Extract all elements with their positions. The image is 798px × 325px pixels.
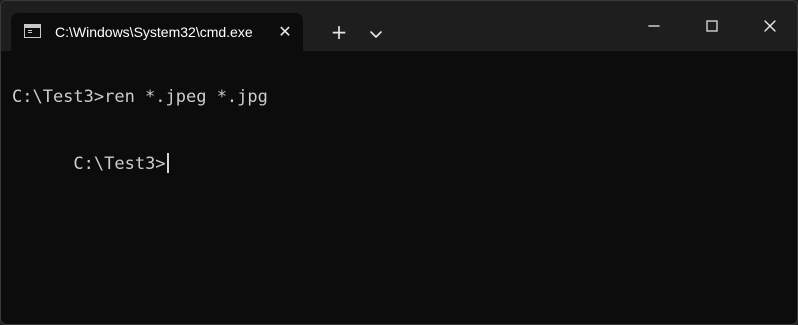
tab-cmd[interactable]: C:\Windows\System32\cmd.exe ✕ (11, 13, 303, 51)
tab-title: C:\Windows\System32\cmd.exe (55, 24, 253, 40)
chevron-down-icon (370, 31, 382, 38)
minimize-button[interactable] (631, 11, 677, 41)
command-prompt-icon (24, 24, 41, 38)
console-line-command: C:\Test3>ren *.jpeg *.jpg (12, 87, 268, 107)
minimize-icon (648, 25, 660, 27)
terminal-window: C:\Windows\System32\cmd.exe ✕ + C:\Test3… (0, 0, 798, 325)
close-tab-icon[interactable]: ✕ (275, 22, 295, 42)
title-bar: C:\Windows\System32\cmd.exe ✕ + (1, 1, 797, 51)
maximize-button[interactable] (689, 11, 735, 41)
close-icon (764, 20, 776, 32)
close-window-button[interactable] (747, 11, 793, 41)
maximize-icon (706, 20, 718, 32)
prompt-text: C:\Test3> (73, 154, 166, 174)
plus-icon: + (330, 20, 348, 44)
new-tab-button[interactable]: + (327, 20, 351, 44)
tab-dropdown-button[interactable] (365, 23, 387, 45)
text-cursor (166, 153, 169, 173)
console-output[interactable]: C:\Test3>ren *.jpeg *.jpg C:\Test3> (1, 51, 797, 324)
console-line-prompt[interactable]: C:\Test3> (12, 131, 169, 174)
